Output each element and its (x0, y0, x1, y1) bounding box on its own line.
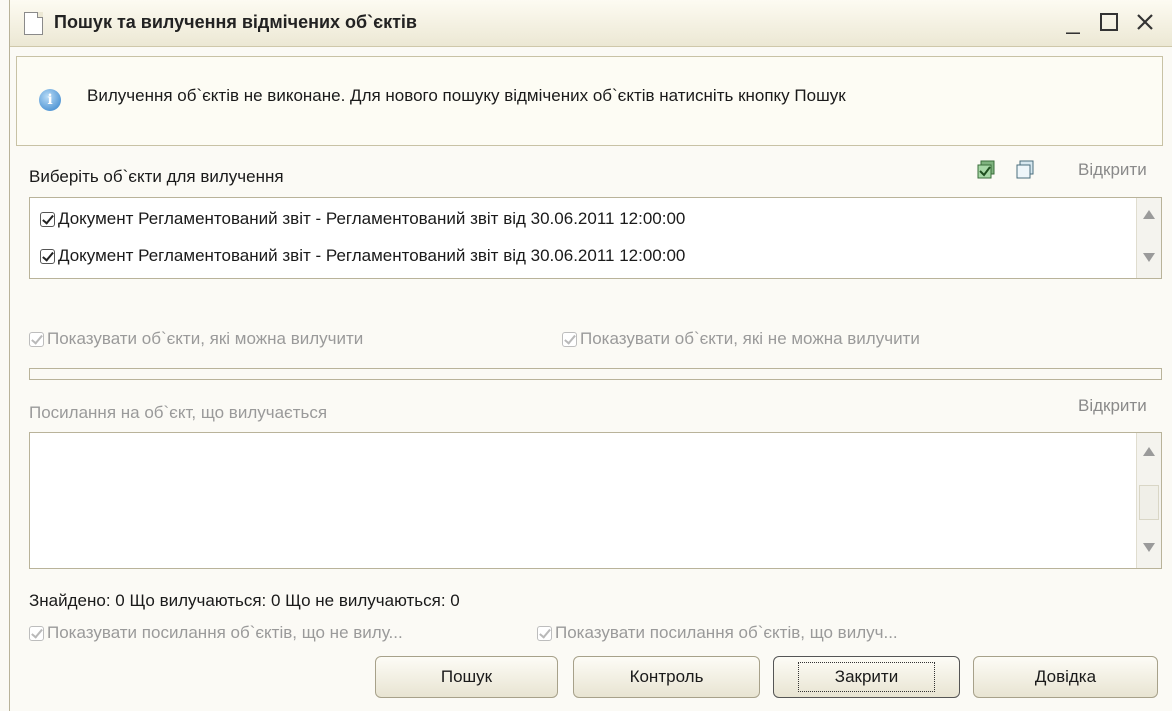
maximize-button[interactable] (1094, 6, 1124, 38)
info-icon: i (39, 89, 61, 111)
scroll-up-icon[interactable] (1143, 210, 1155, 219)
references-open-link[interactable]: Відкрити (1078, 396, 1147, 416)
uncheck-all-icon[interactable] (1015, 160, 1035, 180)
scroll-down-icon[interactable] (1143, 253, 1155, 262)
check-all-icon[interactable] (976, 160, 996, 180)
objects-section-label: Виберіть об`єкти для вилучення (29, 167, 284, 186)
show-deletable-option[interactable]: Показувати об`єкти, які можна вилучити (29, 329, 363, 349)
show-deleted-refs-option[interactable]: Показувати посилання об`єктів, що вилуч.… (537, 623, 898, 643)
close-button-label: Закрити (797, 662, 936, 692)
show-not-deleted-refs-label: Показувати посилання об`єктів, що не вил… (47, 623, 403, 642)
objects-scrollbar[interactable] (1136, 198, 1161, 278)
show-not-deleted-refs-option[interactable]: Показувати посилання об`єктів, що не вил… (29, 623, 403, 643)
document-icon (24, 12, 43, 35)
maximize-icon (1100, 13, 1118, 31)
show-not-deleted-refs-checkbox[interactable] (29, 625, 44, 641)
window-title: Пошук та вилучення відмічених об`єктів (54, 12, 417, 32)
show-deletable-checkbox[interactable] (29, 331, 44, 347)
list-item[interactable]: Документ Регламентований звіт - Регламен… (40, 204, 685, 234)
dialog-window: Пошук та вилучення відмічених об`єктів _… (9, 0, 1172, 711)
show-deletable-label: Показувати об`єкти, які можна вилучити (47, 329, 364, 348)
show-not-deletable-option[interactable]: Показувати об`єкти, які не можна вилучит… (562, 329, 920, 349)
stats-text: Знайдено: 0 Що вилучаються: 0 Що не вилу… (29, 591, 460, 610)
list-item-label: Документ Регламентований звіт - Регламен… (58, 209, 686, 228)
list-item[interactable]: Документ Регламентований звіт - Регламен… (40, 241, 685, 271)
show-not-deletable-checkbox[interactable] (562, 331, 577, 347)
scroll-thumb[interactable] (1139, 485, 1159, 520)
references-section-label: Посилання на об`єкт, що вилучається (29, 403, 328, 422)
show-deleted-refs-label: Показувати посилання об`єктів, що вилуч.… (555, 623, 898, 642)
objects-open-link[interactable]: Відкрити (1078, 160, 1147, 180)
item-checkbox[interactable] (40, 211, 55, 227)
close-window-button[interactable] (1130, 6, 1160, 38)
close-button[interactable]: Закрити (773, 656, 960, 698)
control-button-label: Контроль (629, 667, 704, 686)
minimize-button[interactable]: _ (1058, 6, 1088, 38)
scroll-down-icon[interactable] (1143, 543, 1155, 552)
help-button[interactable]: Довідка (973, 656, 1158, 698)
info-message: Вилучення об`єктів не виконане. Для ново… (87, 86, 846, 105)
show-not-deletable-label: Показувати об`єкти, які не можна вилучит… (580, 329, 920, 348)
scroll-up-icon[interactable] (1143, 447, 1155, 456)
progress-bar (29, 368, 1162, 380)
objects-list[interactable]: Документ Регламентований звіт - Регламен… (29, 197, 1162, 279)
info-panel: i Вилучення об`єктів не виконане. Для но… (16, 56, 1163, 146)
search-button[interactable]: Пошук (375, 656, 558, 698)
references-scrollbar[interactable] (1136, 433, 1161, 568)
references-list[interactable] (29, 432, 1162, 569)
title-bar[interactable]: Пошук та вилучення відмічених об`єктів _ (10, 0, 1172, 47)
help-button-label: Довідка (1034, 667, 1097, 686)
item-checkbox[interactable] (40, 248, 55, 264)
control-button[interactable]: Контроль (573, 656, 760, 698)
list-item-label: Документ Регламентований звіт - Регламен… (58, 246, 686, 265)
close-icon (1137, 14, 1153, 30)
show-deleted-refs-checkbox[interactable] (537, 625, 552, 641)
search-button-label: Пошук (440, 667, 493, 686)
